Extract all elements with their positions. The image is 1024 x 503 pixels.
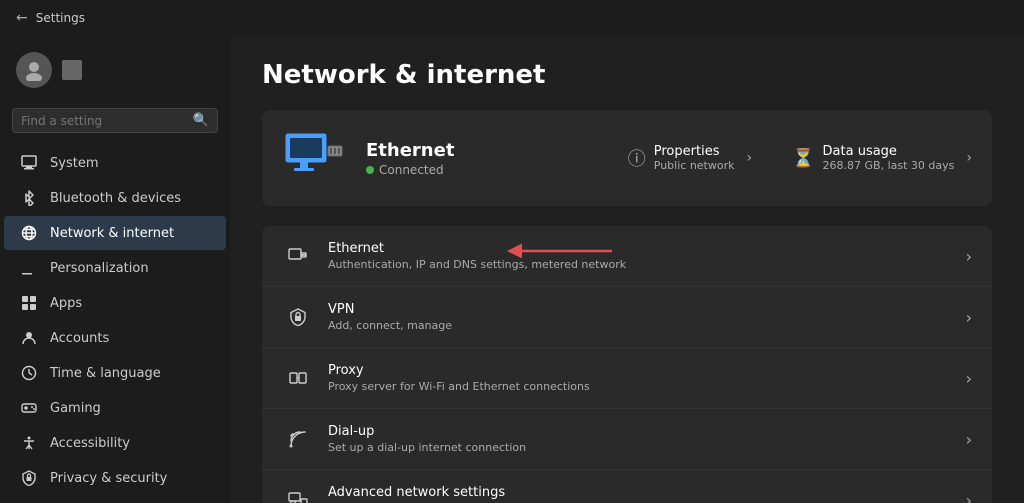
sidebar-item-label: Gaming xyxy=(50,401,101,416)
advanced-row-title: Advanced network settings xyxy=(328,485,966,500)
hero-status-text: Connected xyxy=(379,163,444,177)
sidebar-item-apps[interactable]: Apps xyxy=(4,286,226,320)
network-icon xyxy=(20,224,38,242)
ethernet-row-sub: Authentication, IP and DNS settings, met… xyxy=(328,258,966,271)
sidebar-item-accessibility[interactable]: Accessibility xyxy=(4,426,226,460)
proxy-row-sub: Proxy server for Wi-Fi and Ethernet conn… xyxy=(328,380,966,393)
dialup-row-text: Dial-up Set up a dial-up internet connect… xyxy=(328,424,966,454)
hero-card: Ethernet Connected ⓘ Properties Public n… xyxy=(262,110,992,206)
sidebar-item-label: Personalization xyxy=(50,261,149,276)
settings-row-proxy[interactable]: Proxy Proxy server for Wi-Fi and Ethernet… xyxy=(262,348,992,409)
hero-datausage-action[interactable]: ⏳ Data usage 268.87 GB, last 30 days › xyxy=(792,144,972,172)
hero-properties-info: Properties Public network xyxy=(654,144,735,172)
vpn-row-text: VPN Add, connect, manage xyxy=(328,302,966,332)
time-icon xyxy=(20,364,38,382)
title-bar: ← Settings xyxy=(0,0,1024,36)
sidebar-items: System Bluetooth & devices Network & inter… xyxy=(0,145,230,503)
main-layout: 🔍 System Bluetooth & devices Network & int… xyxy=(0,36,1024,503)
vpn-row-icon xyxy=(282,301,314,333)
ethernet-row-icon xyxy=(282,240,314,272)
properties-sub: Public network xyxy=(654,159,735,172)
sidebar-item-label: Privacy & security xyxy=(50,471,167,486)
ethernet-row-title: Ethernet xyxy=(328,241,966,256)
sidebar-item-label: System xyxy=(50,156,98,171)
proxy-row-chevron: › xyxy=(966,369,972,388)
hero-actions: ⓘ Properties Public network › ⏳ Data usa… xyxy=(628,144,972,172)
apps-icon xyxy=(20,294,38,312)
dialup-row-icon xyxy=(282,423,314,455)
advanced-row-text: Advanced network settingsView all networ… xyxy=(328,485,966,503)
proxy-row-text: Proxy Proxy server for Wi-Fi and Ethernet… xyxy=(328,363,966,393)
settings-list: Ethernet Authentication, IP and DNS setti… xyxy=(262,226,992,503)
hero-info: Ethernet Connected xyxy=(366,140,608,177)
sidebar-item-personalization[interactable]: Personalization xyxy=(4,251,226,285)
proxy-row-icon xyxy=(282,362,314,394)
data-usage-label: Data usage xyxy=(823,144,955,159)
sidebar-item-label: Accessibility xyxy=(50,436,130,451)
properties-chevron: › xyxy=(747,150,753,166)
sidebar-item-network[interactable]: Network & internet xyxy=(4,216,226,250)
sidebar: 🔍 System Bluetooth & devices Network & int… xyxy=(0,36,230,503)
content-area: Network & internet Ether xyxy=(230,36,1024,503)
sidebar-item-label: Time & language xyxy=(50,366,161,381)
ethernet-row-text: Ethernet Authentication, IP and DNS setti… xyxy=(328,241,966,271)
vpn-row-title: VPN xyxy=(328,302,966,317)
sidebar-item-label: Network & internet xyxy=(50,226,174,241)
sidebar-item-privacy[interactable]: Privacy & security xyxy=(4,461,226,495)
hero-title: Ethernet xyxy=(366,140,608,161)
sidebar-user xyxy=(0,44,230,104)
sidebar-item-accounts[interactable]: Accounts xyxy=(4,321,226,355)
data-usage-sub: 268.87 GB, last 30 days xyxy=(823,159,955,172)
sidebar-item-label: Apps xyxy=(50,296,82,311)
status-dot xyxy=(366,166,374,174)
hero-status: Connected xyxy=(366,163,608,177)
accounts-icon xyxy=(20,329,38,347)
dialup-row-chevron: › xyxy=(966,430,972,449)
search-icon: 🔍 xyxy=(193,113,209,128)
page-title: Network & internet xyxy=(262,60,992,90)
bluetooth-icon xyxy=(20,189,38,207)
sidebar-item-label: Bluetooth & devices xyxy=(50,191,181,206)
data-usage-chevron: › xyxy=(966,150,972,166)
dialup-row-sub: Set up a dial-up internet connection xyxy=(328,441,966,454)
settings-row-dialup[interactable]: Dial-up Set up a dial-up internet connect… xyxy=(262,409,992,470)
search-box[interactable]: 🔍 xyxy=(12,108,218,133)
advanced-row-icon xyxy=(282,484,314,503)
dialup-row-title: Dial-up xyxy=(328,424,966,439)
personalization-icon xyxy=(20,259,38,277)
avatar-square xyxy=(62,60,82,80)
sidebar-item-time[interactable]: Time & language xyxy=(4,356,226,390)
hero-datausage-info: Data usage 268.87 GB, last 30 days xyxy=(823,144,955,172)
sidebar-item-label: Accounts xyxy=(50,331,109,346)
properties-label: Properties xyxy=(654,144,735,159)
avatar xyxy=(16,52,52,88)
hero-properties-action[interactable]: ⓘ Properties Public network › xyxy=(628,144,752,172)
system-icon xyxy=(20,154,38,172)
advanced-row-chevron: › xyxy=(966,491,972,503)
vpn-row-sub: Add, connect, manage xyxy=(328,319,966,332)
title-bar-label: Settings xyxy=(36,11,85,25)
sidebar-item-bluetooth[interactable]: Bluetooth & devices xyxy=(4,181,226,215)
ethernet-row-chevron: › xyxy=(966,247,972,266)
sidebar-item-update[interactable]: Windows Update xyxy=(4,496,226,503)
settings-row-vpn[interactable]: VPN Add, connect, manage› xyxy=(262,287,992,348)
privacy-icon xyxy=(20,469,38,487)
sidebar-item-gaming[interactable]: Gaming xyxy=(4,391,226,425)
back-button[interactable]: ← xyxy=(16,10,28,26)
accessibility-icon xyxy=(20,434,38,452)
search-input[interactable] xyxy=(21,114,187,128)
ethernet-hero-icon xyxy=(282,126,346,190)
proxy-row-title: Proxy xyxy=(328,363,966,378)
settings-row-ethernet[interactable]: Ethernet Authentication, IP and DNS setti… xyxy=(262,226,992,287)
settings-row-advanced[interactable]: Advanced network settingsView all networ… xyxy=(262,470,992,503)
sidebar-item-system[interactable]: System xyxy=(4,146,226,180)
properties-icon: ⓘ xyxy=(628,145,646,171)
data-usage-icon: ⏳ xyxy=(792,148,814,169)
vpn-row-chevron: › xyxy=(966,308,972,327)
gaming-icon xyxy=(20,399,38,417)
